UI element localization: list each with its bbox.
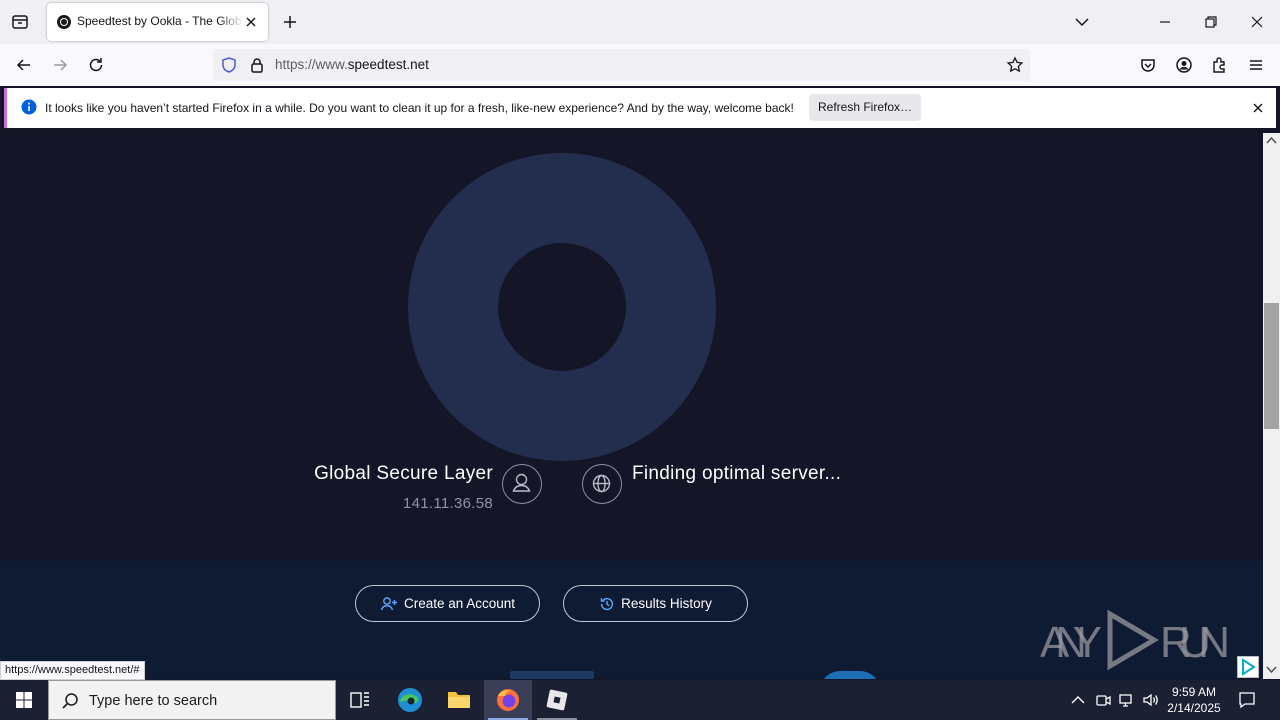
address-bar[interactable]: https://www.speedtest.net: [213, 49, 1030, 81]
list-all-tabs-icon[interactable]: [1072, 12, 1092, 32]
reload-icon[interactable]: [86, 55, 106, 75]
scroll-thumb[interactable]: [1264, 303, 1279, 429]
url-domain: speedtest.net: [347, 57, 429, 72]
globe-icon: [582, 464, 622, 504]
scroll-up-icon[interactable]: [1266, 136, 1277, 144]
firefox-view-icon[interactable]: [10, 12, 30, 32]
isp-name: Global Secure Layer: [314, 463, 493, 484]
speedtest-page: Global Secure Layer 141.11.36.58 Finding…: [0, 133, 1263, 679]
history-icon: [599, 596, 615, 612]
info-icon: [21, 99, 37, 115]
search-icon: [61, 692, 79, 710]
svg-text:ANY: ANY: [1040, 618, 1102, 667]
url-prefix: https://www.: [275, 57, 348, 72]
svg-text:RUN: RUN: [1160, 618, 1230, 667]
tab-strip: Speedtest by Ookla - The Global Broadban…: [0, 0, 1280, 44]
show-hidden-icons-chevron-icon[interactable]: [1070, 693, 1086, 707]
url-text[interactable]: https://www.speedtest.net: [275, 57, 429, 72]
close-window-icon[interactable]: [1247, 12, 1267, 32]
forward-icon[interactable]: [50, 55, 70, 75]
ip-address: 141.11.36.58: [402, 495, 493, 512]
taskbar-search-box[interactable]: Type here to search: [48, 680, 336, 720]
roblox-icon[interactable]: [533, 680, 581, 720]
minimize-icon[interactable]: [1155, 12, 1175, 32]
pocket-icon[interactable]: [1138, 55, 1158, 75]
system-clock[interactable]: 9:59 AM 2/14/2025: [1164, 684, 1224, 716]
file-explorer-icon[interactable]: [435, 680, 483, 720]
account-icon[interactable]: [1174, 55, 1194, 75]
notifications-icon[interactable]: [1237, 690, 1257, 710]
user-icon: [502, 464, 542, 504]
close-tab-icon[interactable]: [243, 14, 259, 30]
meet-now-icon[interactable]: [1094, 691, 1112, 709]
volume-icon[interactable]: [1142, 691, 1160, 709]
tab-speedtest[interactable]: Speedtest by Ookla - The Global Broadban…: [47, 3, 268, 41]
partial-graphic-2: [820, 671, 880, 679]
restore-icon[interactable]: [1201, 12, 1221, 32]
lock-icon[interactable]: [247, 55, 267, 75]
tracking-protection-shield-icon[interactable]: [219, 55, 239, 75]
new-tab-icon[interactable]: [280, 12, 300, 32]
speed-gauge: [408, 153, 716, 461]
tab-title: Speedtest by Ookla - The Global Broadban…: [77, 14, 243, 28]
bookmark-star-icon[interactable]: [1005, 55, 1025, 75]
close-notification-icon[interactable]: [1250, 100, 1266, 116]
firefox-taskbar-icon[interactable]: [484, 680, 532, 720]
network-icon[interactable]: [1118, 691, 1136, 709]
page-scrollbar[interactable]: [1263, 133, 1280, 679]
scroll-down-icon[interactable]: [1266, 666, 1277, 674]
results-history-button[interactable]: Results History: [563, 585, 748, 622]
clock-time: 9:59 AM: [1171, 685, 1217, 699]
create-account-label: Create an Account: [403, 596, 516, 611]
speed-gauge-center: [498, 243, 626, 371]
hamburger-menu-icon[interactable]: [1246, 55, 1266, 75]
add-user-icon: [380, 596, 398, 612]
navigation-toolbar: https://www.speedtest.net: [0, 44, 1280, 86]
refresh-firefox-button[interactable]: Refresh Firefox…: [809, 94, 921, 121]
results-history-label: Results History: [621, 596, 712, 611]
partial-graphic: [510, 671, 594, 679]
windows-taskbar: Type here to search 9:59 AM 2/14/2025: [0, 680, 1280, 720]
search-placeholder: Type here to search: [89, 693, 218, 709]
refresh-firefox-notification: It looks like you haven’t started Firefo…: [4, 88, 1276, 128]
speedtest-favicon-icon: [57, 15, 71, 29]
back-icon[interactable]: [14, 55, 34, 75]
clock-date: 2/14/2025: [1167, 701, 1221, 715]
notification-message: It looks like you haven’t started Firefo…: [45, 101, 794, 115]
task-view-icon[interactable]: [336, 680, 384, 720]
link-preview-status: https://www.speedtest.net/#: [0, 661, 145, 680]
edge-icon[interactable]: [386, 680, 434, 720]
create-account-button[interactable]: Create an Account: [355, 585, 540, 622]
anyrun-watermark: ANY RUN: [1040, 610, 1232, 670]
server-status: Finding optimal server...: [632, 463, 842, 484]
start-button[interactable]: [0, 680, 48, 720]
ad-choices-icon[interactable]: [1237, 656, 1259, 678]
extensions-puzzle-icon[interactable]: [1210, 55, 1230, 75]
